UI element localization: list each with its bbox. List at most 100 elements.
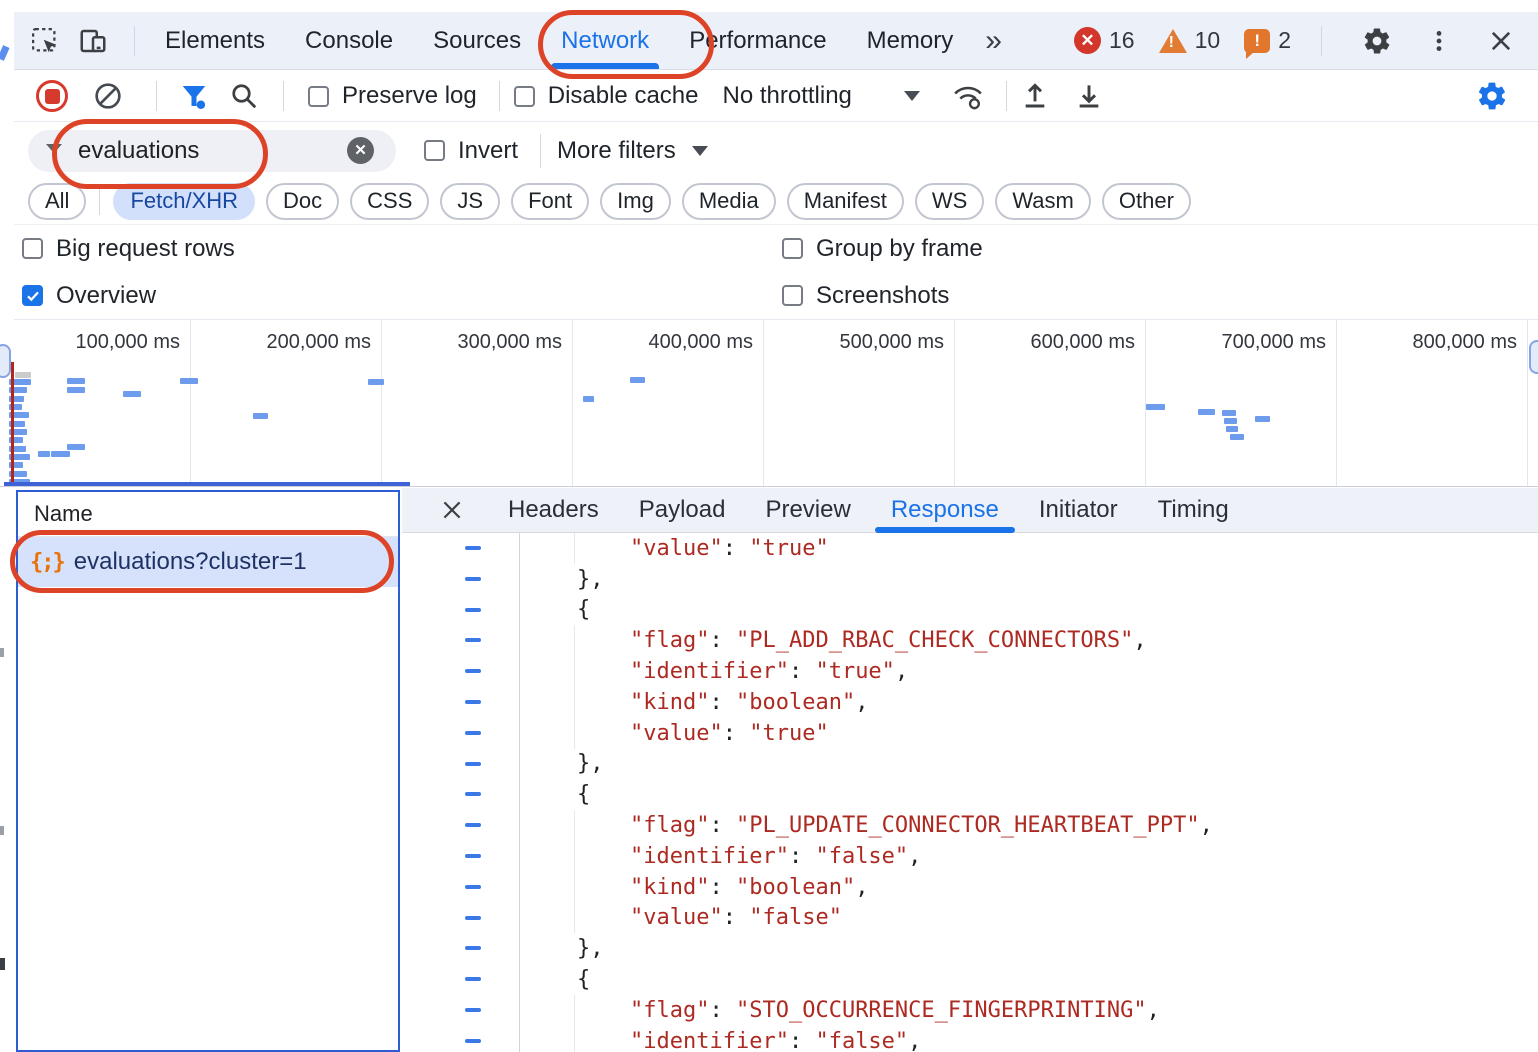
detail-tab-response[interactable]: Response [871, 488, 1019, 532]
overview-request-bar [1222, 410, 1236, 416]
inspect-element-icon[interactable] [28, 24, 62, 58]
fold-marker-icon[interactable] [465, 638, 481, 642]
fold-marker-icon[interactable] [465, 577, 481, 581]
type-filter-media[interactable]: Media [682, 183, 776, 220]
fold-marker-icon[interactable] [465, 977, 481, 981]
overview-right-handle[interactable] [1529, 340, 1538, 374]
filter-input-value: evaluations [78, 137, 199, 165]
fold-marker-icon[interactable] [465, 700, 481, 704]
fold-marker-icon[interactable] [465, 1008, 481, 1012]
main-tabs: ElementsConsoleSourcesNetworkPerformance… [145, 12, 973, 69]
export-har-icon[interactable] [1073, 80, 1105, 112]
disable-cache-option[interactable]: Disable cache [514, 82, 699, 110]
code-text: }, [577, 933, 604, 964]
overview-checkbox[interactable] [22, 285, 43, 306]
overview-left-handle[interactable] [0, 344, 11, 378]
code-text: "value": "false" [630, 903, 842, 934]
response-viewer[interactable]: "value": "true"},{"flag": "PL_ADD_RBAC_C… [402, 533, 1538, 1052]
screenshots-checkbox[interactable] [782, 285, 803, 306]
type-filter-doc[interactable]: Doc [266, 183, 339, 220]
overview-option[interactable]: Overview [22, 282, 782, 310]
detail-tab-payload[interactable]: Payload [619, 488, 746, 532]
invert-option[interactable]: Invert [424, 137, 518, 165]
disable-cache-checkbox[interactable] [514, 86, 535, 107]
tab-elements[interactable]: Elements [145, 12, 285, 69]
kebab-menu-icon[interactable] [1422, 24, 1456, 58]
type-filter-wasm[interactable]: Wasm [995, 183, 1091, 220]
json-punctuation-token: : [789, 659, 816, 684]
caret-down-icon [904, 91, 920, 101]
type-filter-css[interactable]: CSS [350, 183, 429, 220]
fold-marker-icon[interactable] [465, 854, 481, 858]
type-filter-other[interactable]: Other [1102, 183, 1191, 220]
fold-marker-icon[interactable] [465, 669, 481, 673]
throttling-dropdown[interactable]: No throttling [722, 82, 919, 110]
fold-marker-icon[interactable] [465, 608, 481, 612]
network-overview-timeline[interactable]: 100,000 ms200,000 ms300,000 ms400,000 ms… [0, 320, 1538, 487]
filter-input[interactable]: evaluations ✕ [28, 130, 396, 172]
import-har-icon[interactable] [1019, 80, 1051, 112]
json-string-token: "identifier" [630, 659, 789, 684]
fold-marker-icon[interactable] [465, 546, 481, 550]
network-conditions-icon[interactable] [950, 80, 986, 112]
fold-marker-icon[interactable] [465, 885, 481, 889]
request-row[interactable]: {;}evaluations?cluster=1 [18, 537, 398, 587]
screenshots-option[interactable]: Screenshots [782, 282, 949, 310]
json-punctuation-token: { [577, 967, 590, 992]
type-filter-manifest[interactable]: Manifest [787, 183, 904, 220]
type-filter-font[interactable]: Font [511, 183, 589, 220]
preserve-log-checkbox[interactable] [308, 86, 329, 107]
clear-filter-icon[interactable]: ✕ [347, 137, 374, 164]
detail-tab-headers[interactable]: Headers [488, 488, 619, 532]
tab-console[interactable]: Console [285, 12, 413, 69]
tab-memory[interactable]: Memory [847, 12, 974, 69]
overview-tick-label: 600,000 ms [1030, 331, 1135, 354]
type-filter-fetch-xhr[interactable]: Fetch/XHR [113, 183, 255, 220]
more-filters-dropdown[interactable]: More filters [557, 137, 708, 165]
close-detail-icon[interactable] [432, 490, 472, 530]
type-filter-js[interactable]: JS [440, 183, 500, 220]
big-request-rows-option[interactable]: Big request rows [22, 235, 782, 263]
error-badge[interactable]: ✕ 16 [1074, 27, 1135, 54]
overview-gridline [1145, 320, 1146, 486]
big-request-rows-checkbox[interactable] [22, 238, 43, 259]
page-edge-fragment [0, 826, 4, 835]
more-tabs-icon[interactable]: » [973, 26, 1014, 56]
fold-marker-icon[interactable] [465, 1039, 481, 1043]
detail-tab-timing[interactable]: Timing [1138, 488, 1249, 532]
warning-badge[interactable]: ! 10 [1159, 27, 1221, 54]
fold-marker-icon[interactable] [465, 792, 481, 796]
group-by-frame-option[interactable]: Group by frame [782, 235, 983, 263]
tab-sources[interactable]: Sources [413, 12, 541, 69]
group-by-frame-checkbox[interactable] [782, 238, 803, 259]
fold-marker-icon[interactable] [465, 731, 481, 735]
record-network-log-button[interactable] [36, 80, 68, 112]
filter-toggle-icon[interactable] [179, 81, 209, 111]
search-icon[interactable] [229, 81, 259, 111]
tab-performance[interactable]: Performance [669, 12, 846, 69]
tab-network[interactable]: Network [541, 12, 669, 69]
detail-tab-initiator[interactable]: Initiator [1019, 488, 1138, 532]
big-request-rows-label: Big request rows [56, 235, 235, 263]
settings-gear-icon[interactable] [1360, 24, 1394, 58]
detail-tab-preview[interactable]: Preview [745, 488, 870, 532]
clear-network-log-button[interactable] [92, 80, 124, 112]
preserve-log-option[interactable]: Preserve log [308, 82, 477, 110]
fold-marker-icon[interactable] [465, 916, 481, 920]
device-toolbar-icon[interactable] [76, 24, 110, 58]
name-column-header[interactable]: Name [18, 492, 398, 537]
type-filter-all[interactable]: All [28, 183, 86, 220]
fold-marker-icon[interactable] [465, 762, 481, 766]
network-settings-gear-icon[interactable] [1476, 80, 1508, 112]
overview-scroll-indicator [4, 482, 410, 486]
network-filter-bar: evaluations ✕ Invert More filters [14, 123, 1538, 178]
fold-marker-icon[interactable] [465, 823, 481, 827]
fold-marker-icon[interactable] [465, 946, 481, 950]
invert-checkbox[interactable] [424, 140, 445, 161]
type-filter-img[interactable]: Img [600, 183, 671, 220]
close-devtools-icon[interactable] [1484, 24, 1518, 58]
request-rows: {;}evaluations?cluster=1 [18, 537, 398, 587]
type-filter-ws[interactable]: WS [915, 183, 984, 220]
issues-badge[interactable]: ! 2 [1244, 27, 1291, 54]
toolbar-divider [499, 81, 500, 111]
